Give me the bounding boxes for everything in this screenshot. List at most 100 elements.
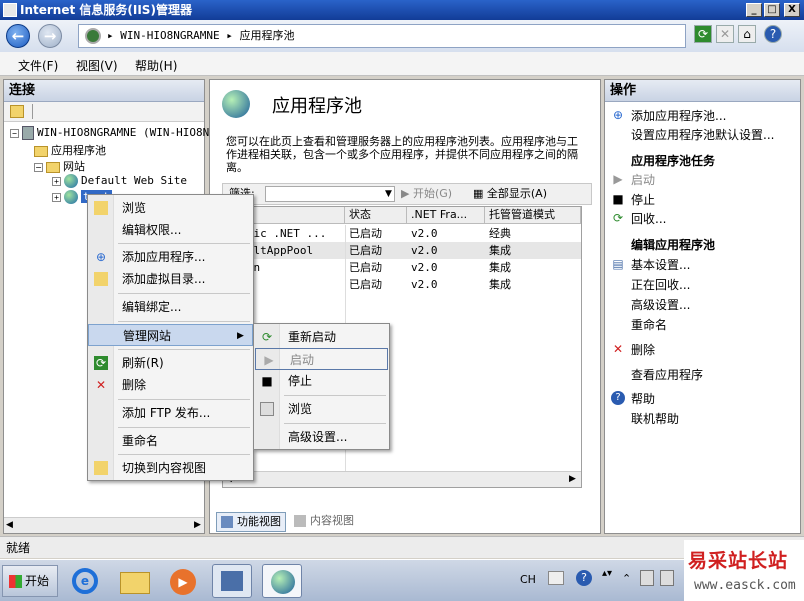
table-row[interactable]: ext已启动v2.0集成 (223, 276, 581, 293)
menu-add-vdir-label: 添加虚拟目录... (122, 272, 206, 286)
submenu-restart[interactable]: ⟳ 重新启动 (254, 326, 389, 348)
start-filter-button[interactable]: ▶ 开始(G) (401, 184, 452, 204)
menu-refresh[interactable]: ⟳ 刷新(R) (88, 352, 253, 374)
col-status[interactable]: 状态 (345, 207, 407, 224)
new-connection-icon[interactable] (10, 105, 24, 118)
explorer-icon[interactable] (116, 564, 156, 598)
menu-separator (118, 399, 250, 400)
action-stop[interactable]: 停止 (631, 191, 655, 208)
action-center-icon[interactable] (640, 570, 654, 586)
submenu-advanced[interactable]: 高级设置... (254, 426, 389, 448)
help-tray-icon[interactable]: ? (576, 570, 592, 586)
basic-settings-icon: ▤ (612, 257, 624, 271)
address-bar[interactable]: ▸ WIN-HIO8NGRAMNE ▸ 应用程序池 (78, 24, 686, 48)
help-icon[interactable]: ? (764, 25, 782, 43)
minimize-button[interactable]: _ (746, 3, 762, 17)
iis-manager-task-icon[interactable] (262, 564, 302, 598)
submenu-stop[interactable]: ■ 停止 (254, 370, 389, 392)
action-add-pool[interactable]: 添加应用程序池... (631, 107, 726, 124)
collapse-icon[interactable]: − (34, 162, 43, 172)
back-button[interactable]: ← (6, 24, 30, 48)
action-basic-settings[interactable]: 基本设置... (631, 256, 690, 273)
table-row[interactable]: lassic .NET ... 已启动 v2.0 经典 (223, 225, 581, 242)
close-button[interactable]: X (784, 3, 800, 17)
menu-manage-site[interactable]: 管理网站 ▶ (88, 324, 253, 346)
expand-icon[interactable]: + (52, 192, 61, 202)
tree-server[interactable]: − WIN-HIO8NGRAMNE (WIN-HIO8N (10, 126, 209, 140)
menu-separator (118, 454, 250, 455)
dropdown-icon[interactable]: ▼ (385, 184, 392, 204)
action-recycling[interactable]: 正在回收... (631, 276, 690, 293)
home-icon[interactable]: ⌂ (738, 25, 756, 43)
grid-h-scrollbar[interactable]: ◀ ▶ (223, 471, 581, 487)
action-recycle[interactable]: 回收... (631, 210, 666, 227)
menu-browse[interactable]: 浏览 (88, 197, 253, 219)
tree-default-site[interactable]: + Default Web Site (52, 174, 187, 188)
scroll-right-icon[interactable]: ▶ (194, 520, 201, 530)
action-start[interactable]: 启动 (631, 171, 655, 188)
show-hidden-icon[interactable]: ⌃ (622, 572, 631, 585)
breadcrumb-app-pools[interactable]: 应用程序池 (239, 29, 294, 42)
menu-add-ftp[interactable]: 添加 FTP 发布... (88, 402, 253, 424)
action-delete[interactable]: 删除 (631, 341, 655, 358)
submenu-browse[interactable]: 浏览 (254, 398, 389, 420)
menu-switch-view[interactable]: 切换到内容视图 (88, 457, 253, 479)
breadcrumb-server[interactable]: WIN-HIO8NGRAMNE (120, 29, 219, 42)
maximize-button[interactable]: □ (764, 3, 780, 17)
menu-add-app[interactable]: ⊕ 添加应用程序... (88, 246, 253, 268)
network-icon[interactable] (660, 570, 674, 586)
add-vdir-icon (94, 272, 108, 286)
cell-pipeline: 集成 (489, 261, 511, 274)
action-rename[interactable]: 重命名 (631, 316, 667, 333)
col-pipeline[interactable]: 托管管道模式 (485, 207, 581, 224)
menu-help[interactable]: 帮助(H) (135, 57, 177, 74)
refresh-icon: ⟳ (94, 356, 108, 370)
tray-arrow-icon[interactable]: ▴▾ (602, 568, 612, 579)
filter-input[interactable] (265, 186, 395, 202)
cell-pipeline: 集成 (489, 244, 511, 257)
content-view-button[interactable]: 内容视图 (290, 512, 358, 532)
start-button[interactable]: 开始 (2, 565, 58, 597)
server-manager-icon[interactable] (212, 564, 252, 598)
tree-app-pools[interactable]: 应用程序池 (34, 142, 106, 158)
keyboard-icon[interactable] (548, 571, 564, 585)
menu-view[interactable]: 视图(V) (76, 57, 118, 74)
collapse-icon[interactable]: − (10, 128, 19, 138)
menu-file[interactable]: 文件(F) (18, 57, 58, 74)
refresh-icon[interactable]: ⟳ (694, 25, 712, 43)
show-all-button[interactable]: ▦ 全部显示(A) (473, 184, 547, 204)
action-advanced[interactable]: 高级设置... (631, 296, 690, 313)
action-online-help[interactable]: 联机帮助 (631, 410, 679, 427)
menu-separator (118, 293, 250, 294)
window-title: Internet 信息服务(IIS)管理器 (20, 3, 192, 17)
action-help[interactable]: 帮助 (631, 390, 655, 407)
tree-sites[interactable]: − 网站 (34, 158, 85, 174)
submenu-restart-label: 重新启动 (288, 330, 337, 344)
features-view-button[interactable]: 功能视图 (216, 512, 286, 532)
scroll-left-icon[interactable]: ◀ (6, 520, 13, 530)
action-set-defaults[interactable]: 设置应用程序池默认设置... (631, 126, 774, 143)
connections-h-scrollbar[interactable]: ◀ ▶ (4, 517, 204, 533)
menu-add-vdir[interactable]: 添加虚拟目录... (88, 268, 253, 290)
media-player-icon[interactable]: ▶ (164, 564, 204, 598)
menu-edit-perms[interactable]: 编辑权限... (88, 219, 253, 241)
menu-delete[interactable]: ✕ 删除 (88, 374, 253, 396)
expand-icon[interactable]: + (52, 176, 61, 186)
ie-icon[interactable]: e (66, 564, 106, 598)
content-view-label: 内容视图 (310, 514, 354, 527)
table-row[interactable]: efaultAppPool 已启动 v2.0 集成 (223, 242, 581, 259)
submenu-arrow-icon: ▶ (237, 331, 244, 341)
menu-edit-bindings-label: 编辑绑定... (122, 300, 182, 314)
language-indicator[interactable]: CH (520, 573, 536, 586)
home-node-icon (85, 28, 101, 44)
start-icon: ▶ (613, 172, 623, 186)
action-view-apps[interactable]: 查看应用程序 (631, 366, 703, 383)
stop-icon[interactable]: ✕ (716, 25, 734, 43)
submenu-start[interactable]: ▶ 启动 (255, 348, 388, 370)
forward-button[interactable]: → (38, 24, 62, 48)
table-row[interactable]: eixun已启动v2.0集成 (223, 259, 581, 276)
menu-rename[interactable]: 重命名 (88, 430, 253, 452)
menu-edit-bindings[interactable]: 编辑绑定... (88, 296, 253, 318)
col-framework[interactable]: .NET Fra... (407, 207, 485, 224)
scroll-right-icon[interactable]: ▶ (569, 474, 576, 484)
